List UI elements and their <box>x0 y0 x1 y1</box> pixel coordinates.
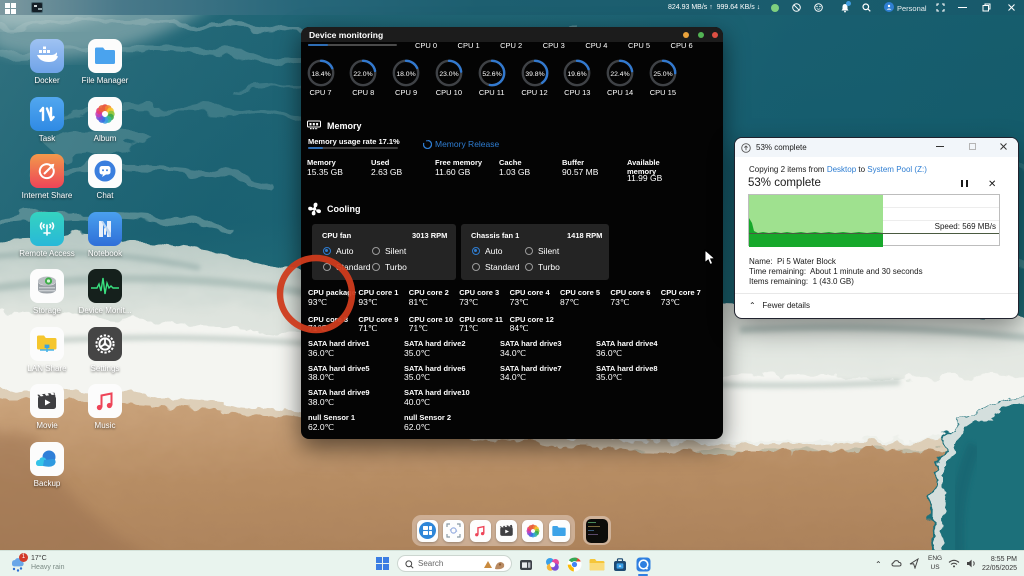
svg-text:52.6%: 52.6% <box>482 70 501 77</box>
svg-text:18.0%: 18.0% <box>396 70 415 77</box>
svg-text:23.0%: 23.0% <box>439 70 458 77</box>
svg-text:39.8%: 39.8% <box>525 70 544 77</box>
svg-text:25.0%: 25.0% <box>653 70 672 77</box>
svg-text:18.4%: 18.4% <box>311 70 330 77</box>
svg-text:22.0%: 22.0% <box>354 70 373 77</box>
svg-text:19.6%: 19.6% <box>568 70 587 77</box>
svg-text:22.4%: 22.4% <box>610 70 629 77</box>
